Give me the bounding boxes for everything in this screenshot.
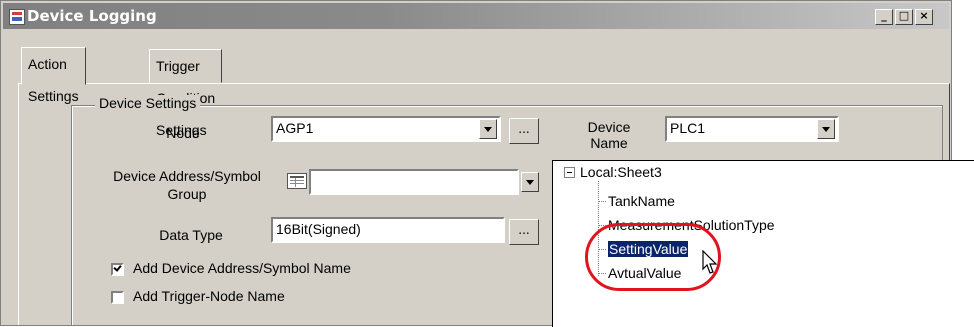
device-name-label-line1: Device xyxy=(587,119,631,135)
title-bar: Device Logging _ □ × xyxy=(3,3,949,29)
node-select[interactable]: AGP1 xyxy=(271,116,501,142)
window-title: Device Logging xyxy=(27,7,157,25)
data-type-browse-button[interactable]: ... xyxy=(509,219,539,245)
app-icon xyxy=(9,9,25,25)
device-settings-label: Device Settings xyxy=(95,95,201,111)
device-name-label: Device Name xyxy=(579,119,639,151)
maximize-button[interactable]: □ xyxy=(895,9,913,25)
address-dropdown-button[interactable] xyxy=(521,172,539,192)
add-trigger-checkbox[interactable] xyxy=(111,291,124,304)
address-label: Device Address/Symbol Group xyxy=(97,167,277,203)
tree-branch-line xyxy=(598,201,606,202)
mouse-cursor-icon xyxy=(702,250,718,274)
address-label-line2: Group xyxy=(167,186,207,202)
collapse-icon[interactable] xyxy=(564,167,575,178)
close-button[interactable]: × xyxy=(915,9,933,25)
tab-action-settings[interactable]: Action Settings xyxy=(21,47,86,104)
tree-root[interactable]: Local:Sheet3 xyxy=(580,162,662,182)
node-browse-button[interactable]: ... xyxy=(509,118,539,144)
add-trigger-label: Add Trigger-Node Name xyxy=(133,288,285,304)
address-input[interactable] xyxy=(309,169,519,195)
tree-item-tankname[interactable]: TankName xyxy=(608,191,675,211)
add-address-label: Add Device Address/Symbol Name xyxy=(133,260,351,276)
device-name-select[interactable]: PLC1 xyxy=(665,116,839,142)
device-name-dropdown-button[interactable] xyxy=(817,119,835,139)
tab-trigger-condition-settings[interactable]: Trigger Condition Settings xyxy=(149,49,223,138)
symbol-table-icon[interactable] xyxy=(287,173,307,189)
address-label-line1: Device Address/Symbol xyxy=(113,168,261,184)
minimize-button[interactable]: _ xyxy=(875,9,893,25)
highlight-ring xyxy=(585,223,721,291)
node-label: Node xyxy=(166,125,200,141)
data-type-select[interactable]: 16Bit(Signed) xyxy=(271,217,505,243)
data-type-label: Data Type xyxy=(159,227,223,243)
device-name-label-line2: Name xyxy=(590,135,628,151)
node-dropdown-button[interactable] xyxy=(479,119,497,139)
add-address-checkbox[interactable] xyxy=(111,263,124,276)
